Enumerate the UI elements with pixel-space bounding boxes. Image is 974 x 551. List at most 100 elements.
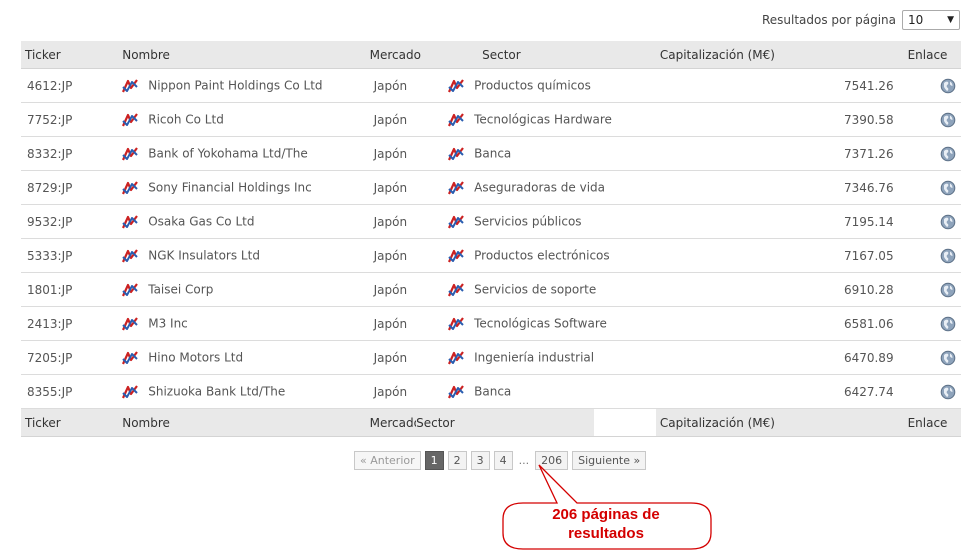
- globe-icon[interactable]: [940, 350, 956, 366]
- nombre-cell: Taisei Corp: [118, 272, 366, 307]
- company-name-link[interactable]: Shizuoka Bank Ltd/The: [148, 384, 285, 398]
- col-mercado[interactable]: Mercado: [365, 41, 479, 69]
- callout-line-1: 206 páginas de: [552, 506, 660, 523]
- page-button-3[interactable]: 3: [470, 451, 490, 470]
- globe-icon[interactable]: [940, 214, 956, 230]
- chart-compare-icon[interactable]: [122, 248, 139, 264]
- globe-icon[interactable]: [940, 248, 956, 264]
- globe-icon[interactable]: [940, 112, 956, 128]
- sector-cell: Productos químicos: [442, 68, 620, 103]
- sector-cell: Productos electrónicos: [442, 238, 620, 273]
- col-sector[interactable]: Sector: [478, 41, 656, 69]
- chart-compare-icon[interactable]: [448, 316, 465, 332]
- company-name-link[interactable]: Bank of Yokohama Ltd/The: [148, 146, 307, 160]
- table-row: 8355:JP Shizuoka Bank Ltd/The Japón Banca 64…: [21, 374, 961, 409]
- chart-compare-icon[interactable]: [448, 350, 465, 366]
- sector-link[interactable]: Banca: [474, 146, 511, 160]
- globe-icon[interactable]: [940, 146, 956, 162]
- chart-compare-icon[interactable]: [122, 282, 139, 298]
- chart-compare-icon[interactable]: [122, 112, 139, 128]
- results-per-page-value: 10: [908, 13, 924, 27]
- page-button-1[interactable]: 1: [424, 451, 444, 470]
- sector-link[interactable]: Tecnológicas Software: [474, 316, 607, 330]
- table-row: 5333:JP NGK Insulators Ltd Japón Productos …: [21, 238, 961, 273]
- table-row: 8332:JP Bank of Yokohama Ltd/The Japón Banc…: [21, 136, 961, 171]
- chart-compare-icon[interactable]: [448, 214, 465, 230]
- globe-icon[interactable]: [940, 180, 956, 196]
- ticker-cell: 8332:JP: [21, 136, 119, 171]
- chart-compare-icon[interactable]: [448, 384, 465, 400]
- ticker-cell: 7752:JP: [21, 102, 119, 137]
- footer-col-ticker[interactable]: Ticker: [21, 408, 119, 437]
- sector-link[interactable]: Servicios de soporte: [474, 282, 596, 296]
- company-name-link[interactable]: Nippon Paint Holdings Co Ltd: [148, 78, 322, 92]
- chart-compare-icon[interactable]: [448, 78, 465, 94]
- nombre-cell: Ricoh Co Ltd: [118, 102, 366, 137]
- chart-compare-icon[interactable]: [448, 248, 465, 264]
- table-row: 4612:JP Nippon Paint Holdings Co Ltd Japón…: [21, 68, 961, 103]
- sector-link[interactable]: Tecnológicas Hardware: [474, 112, 612, 126]
- chart-compare-icon[interactable]: [448, 146, 465, 162]
- cap-cell: 6427.74: [655, 374, 904, 409]
- page-button-2[interactable]: 2: [447, 451, 467, 470]
- col-ticker[interactable]: Ticker: [21, 41, 119, 69]
- company-name-link[interactable]: M3 Inc: [148, 316, 188, 330]
- col-cap[interactable]: Capitalización (M€): [655, 41, 904, 69]
- sector-link[interactable]: Productos electrónicos: [474, 248, 610, 262]
- globe-icon[interactable]: [940, 282, 956, 298]
- sector-link[interactable]: Productos químicos: [474, 78, 591, 92]
- nombre-cell: Nippon Paint Holdings Co Ltd: [118, 68, 366, 103]
- footer-col-nombre[interactable]: Nombre: [118, 408, 366, 437]
- table-row: 7752:JP Ricoh Co Ltd Japón Tecnológicas Har…: [21, 102, 961, 137]
- cap-cell: 7371.26: [655, 136, 904, 171]
- sector-link[interactable]: Banca: [474, 384, 511, 398]
- company-name-link[interactable]: Taisei Corp: [148, 282, 213, 296]
- company-name-link[interactable]: Hino Motors Ltd: [148, 350, 243, 364]
- globe-icon[interactable]: [940, 316, 956, 332]
- nombre-cell: Bank of Yokohama Ltd/The: [118, 136, 366, 171]
- nombre-cell: NGK Insulators Ltd: [118, 238, 366, 273]
- col-nombre[interactable]: Nombre: [118, 41, 366, 69]
- cap-cell: 7195.14: [655, 204, 904, 239]
- nombre-cell: Hino Motors Ltd: [118, 340, 366, 375]
- callout-text: 206 páginas de resultados: [506, 505, 706, 543]
- chart-compare-icon[interactable]: [122, 350, 139, 366]
- chart-compare-icon[interactable]: [122, 180, 139, 196]
- ticker-cell: 9532:JP: [21, 204, 119, 239]
- chart-compare-icon[interactable]: [448, 180, 465, 196]
- table-row: 1801:JP Taisei Corp Japón Servicios de sopo…: [21, 272, 961, 307]
- enlace-cell: [903, 68, 961, 103]
- table-row: 9532:JP Osaka Gas Co Ltd Japón Servicios pú…: [21, 204, 961, 239]
- globe-icon[interactable]: [940, 384, 956, 400]
- table-row: 8729:JP Sony Financial Holdings Inc Japón A…: [21, 170, 961, 205]
- enlace-cell: [903, 238, 961, 273]
- sector-cell: Servicios de soporte: [442, 272, 620, 307]
- sector-cell: Aseguradoras de vida: [442, 170, 620, 205]
- company-name-link[interactable]: Ricoh Co Ltd: [148, 112, 224, 126]
- chart-compare-icon[interactable]: [122, 214, 139, 230]
- sector-cell: Tecnológicas Software: [442, 306, 620, 341]
- sector-link[interactable]: Servicios públicos: [474, 214, 581, 228]
- footer-col-enlace: Enlace: [903, 408, 961, 437]
- footer-col-cap[interactable]: Capitalización (M€): [655, 408, 904, 437]
- company-name-link[interactable]: NGK Insulators Ltd: [148, 248, 260, 262]
- sector-link[interactable]: Ingeniería industrial: [474, 350, 594, 364]
- chart-compare-icon[interactable]: [122, 146, 139, 162]
- chart-compare-icon[interactable]: [122, 78, 139, 94]
- prev-page-button[interactable]: « Anterior: [354, 451, 421, 470]
- sector-link[interactable]: Aseguradoras de vida: [474, 180, 605, 194]
- chart-compare-icon[interactable]: [448, 282, 465, 298]
- chart-compare-icon[interactable]: [122, 316, 139, 332]
- callout-line-2: resultados: [568, 525, 644, 542]
- footer-col-sector[interactable]: Sector: [416, 408, 594, 437]
- company-name-link[interactable]: Sony Financial Holdings Inc: [148, 180, 312, 194]
- chart-compare-icon[interactable]: [448, 112, 465, 128]
- ticker-cell: 2413:JP: [21, 306, 119, 341]
- company-name-link[interactable]: Osaka Gas Co Ltd: [148, 214, 254, 228]
- globe-icon[interactable]: [940, 78, 956, 94]
- ticker-cell: 1801:JP: [21, 272, 119, 307]
- nombre-cell: M3 Inc: [118, 306, 366, 341]
- results-per-page-select[interactable]: 10 ▼: [902, 10, 960, 30]
- chart-compare-icon[interactable]: [122, 384, 139, 400]
- enlace-cell: [903, 306, 961, 341]
